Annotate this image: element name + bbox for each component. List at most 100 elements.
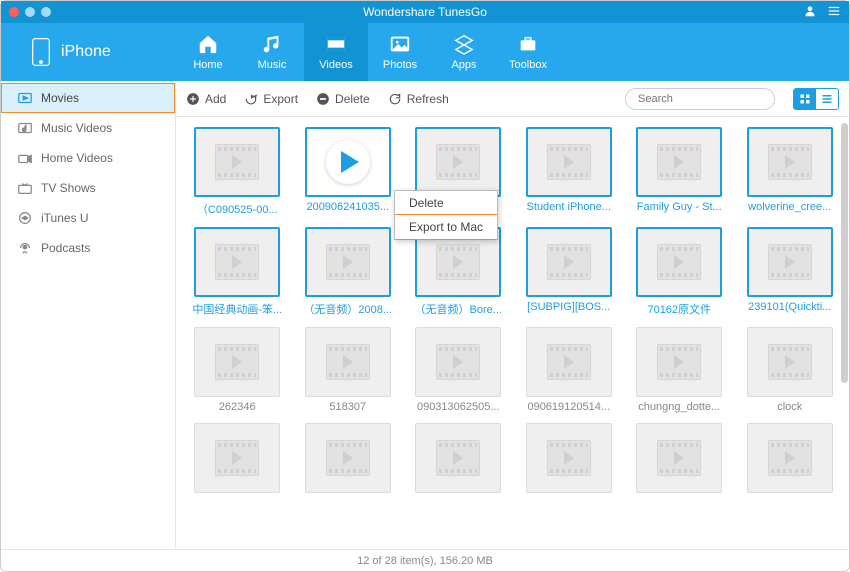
itunes-u-icon — [17, 211, 33, 225]
nav-apps[interactable]: Apps — [432, 23, 496, 81]
video-item[interactable] — [405, 423, 512, 497]
video-thumbnail-icon — [436, 344, 480, 380]
video-thumbnail-icon — [768, 144, 812, 180]
video-item[interactable]: 262346 — [184, 327, 291, 413]
video-thumbnail-icon — [657, 344, 701, 380]
device-selector[interactable]: iPhone — [1, 23, 176, 81]
video-item[interactable] — [516, 423, 623, 497]
grid-view-button[interactable] — [794, 89, 816, 109]
context-menu-export-to-mac[interactable]: Export to Mac — [395, 214, 497, 240]
nav-home[interactable]: Home — [176, 23, 240, 81]
sidebar: MoviesMusic VideosHome VideosTV ShowsiTu… — [1, 81, 176, 549]
tv-shows-icon — [17, 181, 33, 195]
video-item[interactable]: 090619120514... — [516, 327, 623, 413]
status-bar: 12 of 28 item(s), 156.20 MB — [1, 549, 849, 571]
header-nav: iPhone HomeMusicVideosPhotosAppsToolbox — [1, 23, 849, 81]
add-button[interactable]: Add — [186, 92, 226, 106]
toolbar: Add Export Delete Refresh — [176, 81, 849, 117]
video-item[interactable] — [626, 423, 733, 497]
video-label: Family Guy - St... — [637, 201, 722, 213]
video-item[interactable] — [737, 423, 844, 497]
list-view-button[interactable] — [816, 89, 838, 109]
sidebar-item-movies[interactable]: Movies — [1, 83, 175, 113]
video-item[interactable]: chungng_dotte... — [626, 327, 733, 413]
nav-photos[interactable]: Photos — [368, 23, 432, 81]
video-thumbnail-icon — [657, 244, 701, 280]
video-thumbnail-icon — [215, 440, 259, 476]
sidebar-item-music-videos[interactable]: Music Videos — [1, 113, 175, 143]
video-label: clock — [777, 401, 802, 413]
sidebar-item-tv-shows[interactable]: TV Shows — [1, 173, 175, 203]
video-thumbnail-icon — [547, 440, 591, 476]
device-name: iPhone — [61, 43, 111, 61]
video-thumbnail-icon — [547, 344, 591, 380]
video-label: 090619120514... — [527, 401, 610, 413]
video-item[interactable] — [295, 423, 402, 497]
video-label: （无音频）2008... — [303, 301, 392, 317]
video-item[interactable]: Student iPhone... — [516, 127, 623, 217]
search-input[interactable] — [638, 93, 780, 105]
view-toggle — [793, 88, 839, 110]
home-icon — [197, 33, 219, 55]
export-button[interactable]: Export — [244, 92, 298, 106]
refresh-button[interactable]: Refresh — [388, 92, 449, 106]
photos-icon — [389, 33, 411, 55]
podcasts-icon — [17, 241, 33, 255]
video-label: wolverine_cree... — [748, 201, 831, 213]
nav-videos[interactable]: Videos — [304, 23, 368, 81]
nav-toolbox[interactable]: Toolbox — [496, 23, 560, 81]
video-item[interactable]: wolverine_cree... — [737, 127, 844, 217]
video-thumbnail-icon — [436, 244, 480, 280]
video-thumbnail-icon — [326, 344, 370, 380]
video-thumbnail-icon — [215, 244, 259, 280]
video-thumbnail-icon — [657, 440, 701, 476]
video-item[interactable] — [184, 423, 291, 497]
video-item[interactable]: （C090525-00... — [184, 127, 291, 217]
title-bar: Wondershare TunesGo — [1, 1, 849, 23]
delete-button[interactable]: Delete — [316, 92, 370, 106]
video-thumbnail-icon — [768, 440, 812, 476]
video-thumbnail-icon — [436, 440, 480, 476]
video-label: Student iPhone... — [527, 201, 611, 213]
video-label: chungng_dotte... — [638, 401, 720, 413]
video-label: 090313062505... — [417, 401, 500, 413]
video-item[interactable]: 中国经典动画-笨... — [184, 227, 291, 317]
video-thumbnail-icon — [657, 144, 701, 180]
scrollbar[interactable] — [841, 123, 848, 543]
video-item[interactable]: 090313062505... — [405, 327, 512, 413]
video-item[interactable]: 200906241035... — [295, 127, 402, 217]
home-videos-icon — [17, 151, 33, 165]
video-label: [SUBPIG][BOS... — [527, 301, 610, 313]
video-thumbnail-icon — [326, 440, 370, 476]
video-label: 200906241035... — [306, 201, 389, 213]
video-item[interactable]: （无音频）Bore... — [405, 227, 512, 317]
video-label: 262346 — [219, 401, 256, 413]
context-menu: Delete Export to Mac — [394, 190, 498, 240]
context-menu-delete[interactable]: Delete — [395, 191, 497, 215]
video-item[interactable]: Family Guy - St... — [626, 127, 733, 217]
video-thumbnail-icon — [768, 344, 812, 380]
video-thumbnail-icon — [768, 244, 812, 280]
video-label: 70162原文件 — [647, 301, 711, 317]
video-item[interactable]: 518307 — [295, 327, 402, 413]
video-item[interactable]: [SUBPIG][BOS... — [516, 227, 623, 317]
video-item[interactable]: clock — [737, 327, 844, 413]
search-box[interactable] — [625, 88, 775, 110]
nav-music[interactable]: Music — [240, 23, 304, 81]
video-item[interactable]: 70162原文件 — [626, 227, 733, 317]
video-label: （无音频）Bore... — [415, 301, 502, 317]
apps-icon — [453, 33, 475, 55]
video-thumbnail-icon — [547, 144, 591, 180]
app-title: Wondershare TunesGo — [1, 5, 849, 19]
sidebar-item-home-videos[interactable]: Home Videos — [1, 143, 175, 173]
video-item[interactable]: 239101(Quickti... — [737, 227, 844, 317]
sidebar-item-itunes-u[interactable]: iTunes U — [1, 203, 175, 233]
video-grid-panel: （C090525-00... 200906241035... Student iPh… — [176, 117, 849, 549]
play-icon — [326, 140, 370, 184]
video-thumbnail-icon — [326, 244, 370, 280]
music-icon — [261, 33, 283, 55]
video-item[interactable]: （无音频）2008... — [295, 227, 402, 317]
sidebar-item-podcasts[interactable]: Podcasts — [1, 233, 175, 263]
videos-icon — [325, 33, 347, 55]
toolbox-icon — [517, 33, 539, 55]
